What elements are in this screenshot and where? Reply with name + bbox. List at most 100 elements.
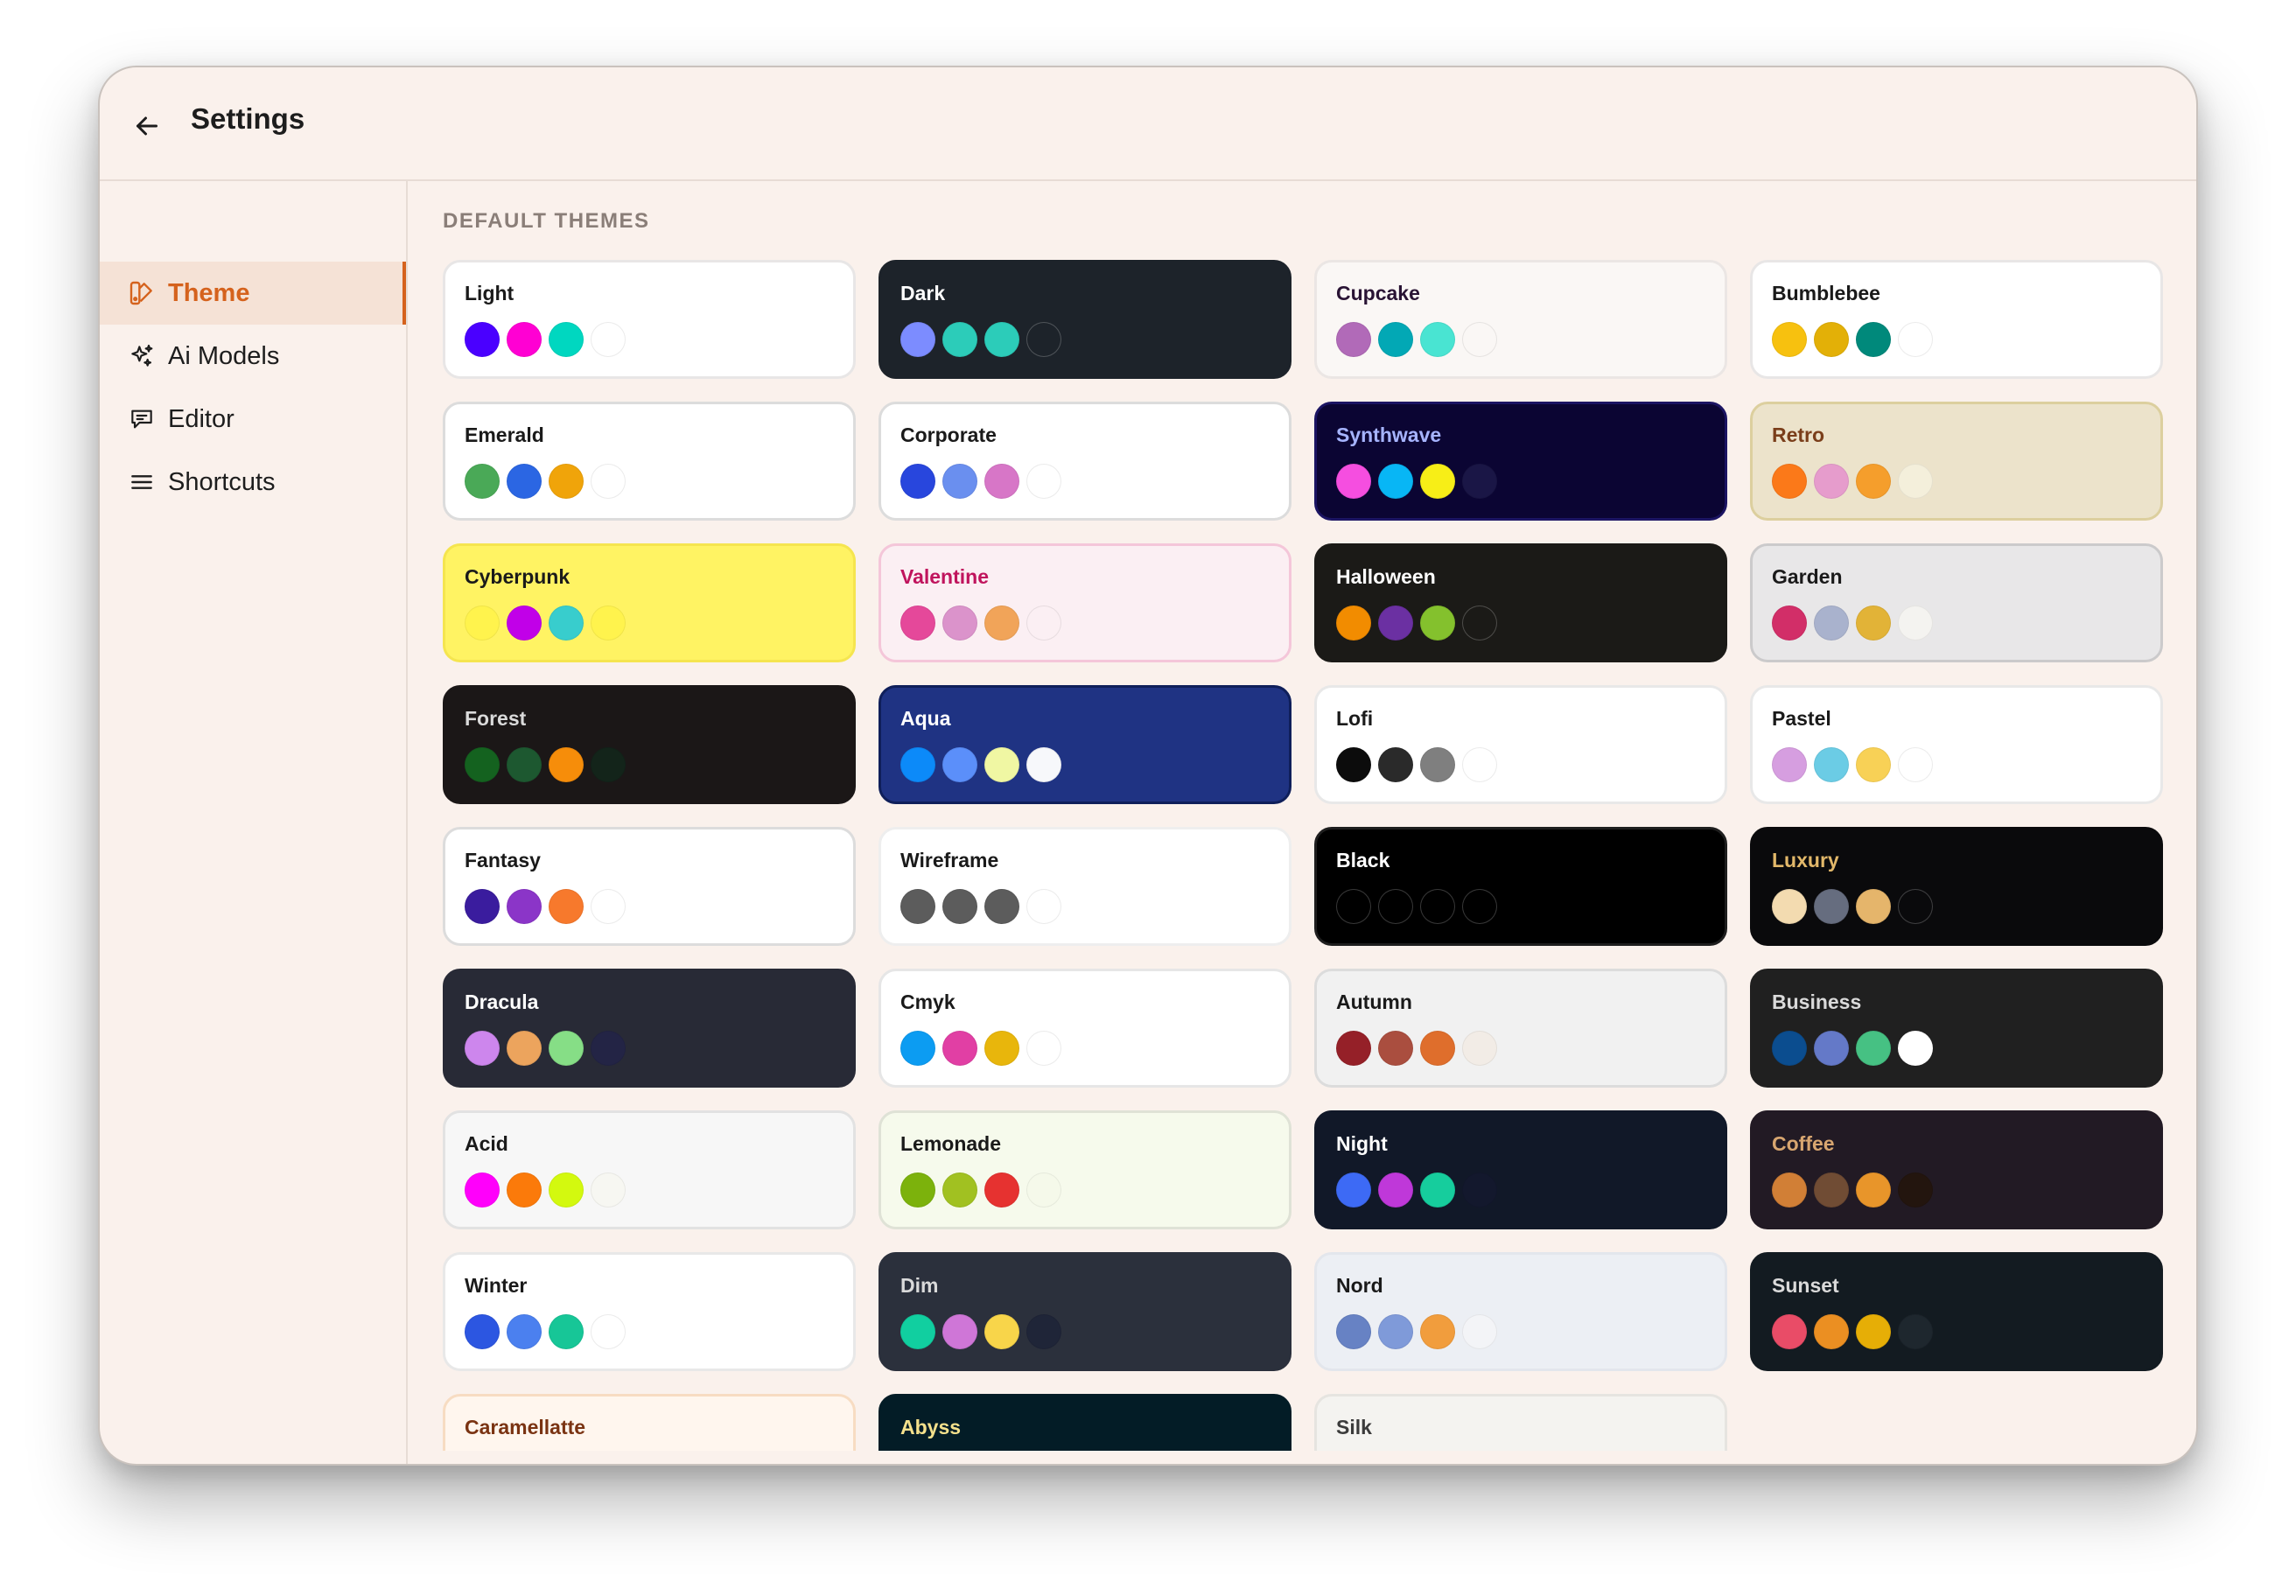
theme-card-acid[interactable]: Acid — [443, 1110, 856, 1229]
color-swatch — [549, 747, 584, 782]
color-swatches — [465, 1031, 853, 1066]
color-swatch — [942, 1314, 977, 1349]
theme-card-dracula[interactable]: Dracula — [443, 969, 856, 1088]
color-swatch — [591, 1031, 626, 1066]
color-swatch — [1462, 322, 1497, 357]
page-title: Settings — [191, 102, 305, 135]
theme-name: Winter — [465, 1274, 528, 1297]
color-swatches — [1772, 1314, 2160, 1349]
theme-name: Business — [1772, 990, 1862, 1013]
color-swatch — [1336, 464, 1371, 499]
theme-card-cmyk[interactable]: Cmyk — [878, 969, 1292, 1088]
color-swatch — [1462, 747, 1497, 782]
theme-name: Cupcake — [1336, 282, 1420, 304]
theme-card-lofi[interactable]: Lofi — [1314, 685, 1727, 804]
sidebar-item-editor[interactable]: Editor — [100, 388, 406, 451]
sidebar-item-label: Editor — [168, 404, 234, 433]
theme-name: Silk — [1336, 1416, 1372, 1438]
sidebar-item-shortcuts[interactable]: Shortcuts — [100, 451, 406, 514]
theme-card-winter[interactable]: Winter — [443, 1252, 856, 1371]
theme-name: Forest — [465, 707, 527, 730]
color-swatches — [465, 464, 853, 499]
theme-card-garden[interactable]: Garden — [1750, 543, 2163, 662]
color-swatch — [1898, 1172, 1933, 1208]
color-swatch — [1814, 889, 1849, 924]
theme-name: Acid — [465, 1132, 508, 1155]
theme-card-coffee[interactable]: Coffee — [1750, 1110, 2163, 1229]
theme-card-sunset[interactable]: Sunset — [1750, 1252, 2163, 1371]
theme-card-halloween[interactable]: Halloween — [1314, 543, 1727, 662]
theme-card-retro[interactable]: Retro — [1750, 402, 2163, 521]
theme-name: Dim — [900, 1274, 939, 1297]
theme-card-cyberpunk[interactable]: Cyberpunk — [443, 543, 856, 662]
color-swatch — [1378, 889, 1413, 924]
color-swatch — [1856, 464, 1891, 499]
theme-card-wireframe[interactable]: Wireframe — [878, 827, 1292, 946]
color-swatch — [1026, 464, 1061, 499]
color-swatches — [1772, 606, 2160, 640]
theme-card-light[interactable]: Light — [443, 260, 856, 379]
color-swatch — [549, 464, 584, 499]
theme-icon — [128, 279, 156, 307]
theme-card-pastel[interactable]: Pastel — [1750, 685, 2163, 804]
theme-card-black[interactable]: Black — [1314, 827, 1727, 946]
theme-card-bumblebee[interactable]: Bumblebee — [1750, 260, 2163, 379]
color-swatch — [942, 1031, 977, 1066]
color-swatch — [1772, 1314, 1807, 1349]
theme-card-corporate[interactable]: Corporate — [878, 402, 1292, 521]
color-swatch — [1856, 1172, 1891, 1208]
theme-card-forest[interactable]: Forest — [443, 685, 856, 804]
color-swatch — [1420, 1031, 1455, 1066]
theme-name: Lofi — [1336, 707, 1374, 730]
color-swatch — [507, 1031, 542, 1066]
color-swatch — [1898, 322, 1933, 357]
sidebar-item-ai-models[interactable]: Ai Models — [100, 325, 406, 388]
theme-card-aqua[interactable]: Aqua — [878, 685, 1292, 804]
color-swatches — [465, 889, 853, 924]
theme-card-valentine[interactable]: Valentine — [878, 543, 1292, 662]
theme-card-fantasy[interactable]: Fantasy — [443, 827, 856, 946]
color-swatch — [900, 1314, 935, 1349]
color-swatch — [984, 889, 1019, 924]
theme-card-dark[interactable]: Dark — [878, 260, 1292, 379]
theme-card-nord[interactable]: Nord — [1314, 1252, 1727, 1371]
arrow-left-icon[interactable] — [131, 110, 163, 142]
color-swatch — [507, 1314, 542, 1349]
theme-card-cupcake[interactable]: Cupcake — [1314, 260, 1727, 379]
theme-card-business[interactable]: Business — [1750, 969, 2163, 1088]
theme-name: Retro — [1772, 424, 1825, 446]
theme-card-lemonade[interactable]: Lemonade — [878, 1110, 1292, 1229]
color-swatch — [507, 889, 542, 924]
color-swatch — [591, 464, 626, 499]
theme-card-emerald[interactable]: Emerald — [443, 402, 856, 521]
color-swatch — [591, 322, 626, 357]
theme-name: Dark — [900, 282, 946, 304]
color-swatches — [1336, 606, 1725, 640]
color-swatch — [1420, 464, 1455, 499]
color-swatch — [507, 464, 542, 499]
color-swatches — [900, 889, 1289, 924]
sidebar-item-theme[interactable]: Theme — [100, 262, 406, 325]
color-swatch — [1026, 747, 1061, 782]
theme-card-night[interactable]: Night — [1314, 1110, 1727, 1229]
sidebar-item-label: Theme — [168, 278, 250, 307]
theme-card-luxury[interactable]: Luxury — [1750, 827, 2163, 946]
theme-card-synthwave[interactable]: Synthwave — [1314, 402, 1727, 521]
color-swatches — [900, 606, 1289, 640]
color-swatch — [1378, 1172, 1413, 1208]
color-swatch — [1898, 464, 1933, 499]
color-swatch — [1336, 1314, 1371, 1349]
theme-card-silk[interactable]: Silk — [1314, 1394, 1727, 1451]
theme-name: Cmyk — [900, 990, 956, 1013]
theme-card-abyss[interactable]: Abyss — [878, 1394, 1292, 1451]
theme-card-autumn[interactable]: Autumn — [1314, 969, 1727, 1088]
color-swatch — [1462, 1031, 1497, 1066]
theme-card-caramellatte[interactable]: Caramellatte — [443, 1394, 856, 1451]
theme-card-dim[interactable]: Dim — [878, 1252, 1292, 1371]
color-swatch — [507, 1172, 542, 1208]
color-swatch — [1898, 1031, 1933, 1066]
color-swatch — [465, 464, 500, 499]
theme-name: Cyberpunk — [465, 565, 570, 588]
theme-name: Black — [1336, 849, 1390, 872]
color-swatch — [507, 322, 542, 357]
